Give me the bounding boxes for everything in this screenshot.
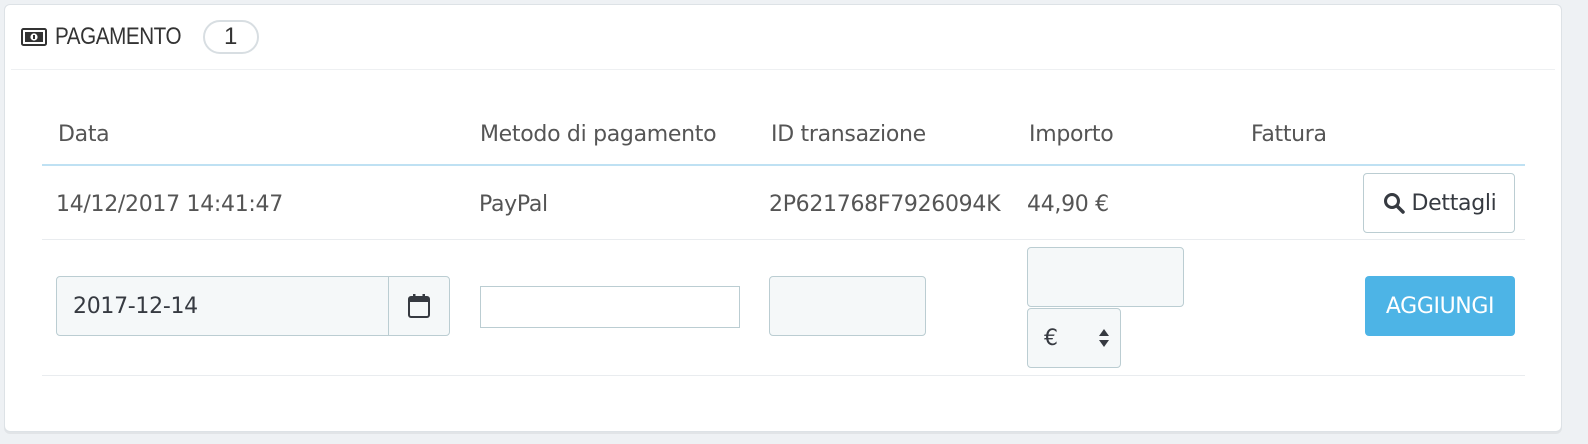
details-button-label: Dettagli [1411,190,1497,216]
search-icon [1383,193,1405,214]
panel-title: PAGAMENTO [55,23,182,50]
amount-input[interactable] [1027,247,1184,307]
date-picker-button[interactable] [388,277,449,335]
payment-panel: PAGAMENTO 1 Data Metodo di pagamento ID … [4,4,1562,432]
column-header-amount: Importo [1029,122,1114,147]
calendar-icon [408,294,430,318]
date-field-group [56,276,450,336]
currency-value: € [1044,325,1058,351]
column-header-date: Data [58,122,110,147]
column-header-invoice: Fattura [1251,122,1327,147]
column-header-transaction-id: ID transazione [771,122,926,147]
payment-date: 14/12/2017 14:41:47 [56,192,283,217]
transaction-id: 2P621768F7926094K [769,192,1001,217]
payment-amount: 44,90 € [1027,192,1109,217]
details-button[interactable]: Dettagli [1363,173,1515,233]
money-icon [21,28,47,46]
payment-date-input[interactable] [57,277,388,335]
payment-method: PayPal [479,192,548,217]
select-arrows-icon [1099,329,1109,347]
count-badge: 1 [202,20,259,54]
row-divider [42,239,1525,240]
panel-heading: PAGAMENTO 1 [11,5,1555,70]
add-payment-button[interactable]: AGGIUNGI [1365,276,1515,336]
form-row-divider [42,375,1525,376]
column-header-payment-method: Metodo di pagamento [480,122,717,147]
currency-select[interactable]: € [1027,308,1121,368]
transaction-id-input[interactable] [769,276,926,336]
header-divider [42,164,1525,166]
payment-method-input[interactable] [480,286,740,328]
